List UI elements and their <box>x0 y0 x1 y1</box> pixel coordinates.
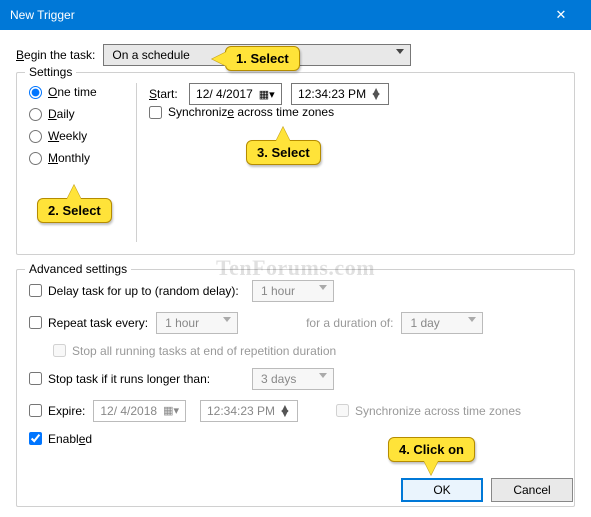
radio-daily-label: aily <box>57 107 75 121</box>
chevron-down-icon <box>223 317 231 322</box>
callout-4: 4. Click on <box>388 437 475 462</box>
start-label: Start: <box>149 87 178 101</box>
stop-if-dropdown: 3 days <box>252 368 334 390</box>
radio-weekly[interactable]: Weekly <box>29 129 124 143</box>
sync-timezones-label: Synchronize across time zones <box>168 105 334 119</box>
cancel-button[interactable]: Cancel <box>491 478 573 502</box>
radio-one-time[interactable]: One time <box>29 85 124 99</box>
ok-button[interactable]: OK <box>401 478 483 502</box>
radio-monthly-label: onthly <box>58 151 90 165</box>
advanced-group: Advanced settings Delay task for up to (… <box>16 269 575 507</box>
callout-1: 1. Select <box>225 46 300 71</box>
calendar-icon: ▦▾ <box>163 404 179 417</box>
enabled-label: Enabled <box>48 432 92 446</box>
expire-checkbox[interactable]: Expire: <box>29 404 85 418</box>
expire-date-picker: 12/ 4/2018▦▾ <box>93 400 186 422</box>
chevron-down-icon <box>396 49 404 54</box>
dialog-content: Begin the task: On a schedule Settings O… <box>0 30 591 517</box>
enabled-checkbox[interactable]: Enabled <box>29 432 92 446</box>
start-area: Start: 12/ 4/2017 ▦▾ 12:34:23 PM ▲▼ Sync… <box>136 83 562 242</box>
radio-daily[interactable]: Daily <box>29 107 124 121</box>
close-icon[interactable]: ✕ <box>541 7 581 23</box>
stop-if-label: Stop task if it runs longer than: <box>48 372 210 386</box>
start-date-picker[interactable]: 12/ 4/2017 ▦▾ <box>189 83 282 105</box>
repeat-checkbox[interactable]: Repeat task every: <box>29 316 148 330</box>
callout-3: 3. Select <box>246 140 321 165</box>
sync-timezones2-label: Synchronize across time zones <box>355 404 521 418</box>
stop-all-checkbox: Stop all running tasks at end of repetit… <box>53 344 336 358</box>
stop-if-checkbox[interactable]: Stop task if it runs longer than: <box>29 372 244 386</box>
window-title: New Trigger <box>10 8 75 22</box>
duration-dropdown: 1 day <box>401 312 483 334</box>
repeat-dropdown: 1 hour <box>156 312 238 334</box>
repeat-label: Repeat task every: <box>48 316 148 330</box>
radio-weekly-label: eekly <box>59 129 87 143</box>
spinner-icon: ▲▼ <box>279 406 291 416</box>
chevron-down-icon <box>319 373 327 378</box>
delay-dropdown: 1 hour <box>252 280 334 302</box>
expire-time-picker: 12:34:23 PM▲▼ <box>200 400 298 422</box>
dialog-buttons: OK Cancel <box>401 478 573 502</box>
advanced-legend: Advanced settings <box>25 262 131 276</box>
sync-timezones2-checkbox: Synchronize across time zones <box>336 404 521 418</box>
calendar-icon: ▦▾ <box>259 88 275 101</box>
chevron-down-icon <box>319 285 327 290</box>
sync-timezones-checkbox[interactable]: Synchronize across time zones <box>149 105 334 119</box>
begin-task-value: On a schedule <box>112 48 189 62</box>
start-date-value: 12/ 4/2017 <box>196 87 253 101</box>
titlebar: New Trigger ✕ <box>0 0 591 30</box>
settings-legend: Settings <box>25 65 76 79</box>
chevron-down-icon <box>468 317 476 322</box>
expire-label: Expire: <box>48 404 85 418</box>
begin-label: Begin the task: <box>16 48 95 62</box>
delay-label: Delay task for up to (random delay): <box>48 284 239 298</box>
delay-checkbox[interactable]: Delay task for up to (random delay): <box>29 284 244 298</box>
stop-all-label: Stop all running tasks at end of repetit… <box>72 344 336 358</box>
radio-monthly[interactable]: Monthly <box>29 151 124 165</box>
callout-2: 2. Select <box>37 198 112 223</box>
duration-label: for a duration of: <box>306 316 393 330</box>
start-time-value: 12:34:23 PM <box>298 87 366 101</box>
radio-one-time-label: ne time <box>57 85 96 99</box>
spinner-icon: ▲▼ <box>370 89 382 99</box>
start-time-picker[interactable]: 12:34:23 PM ▲▼ <box>291 83 389 105</box>
